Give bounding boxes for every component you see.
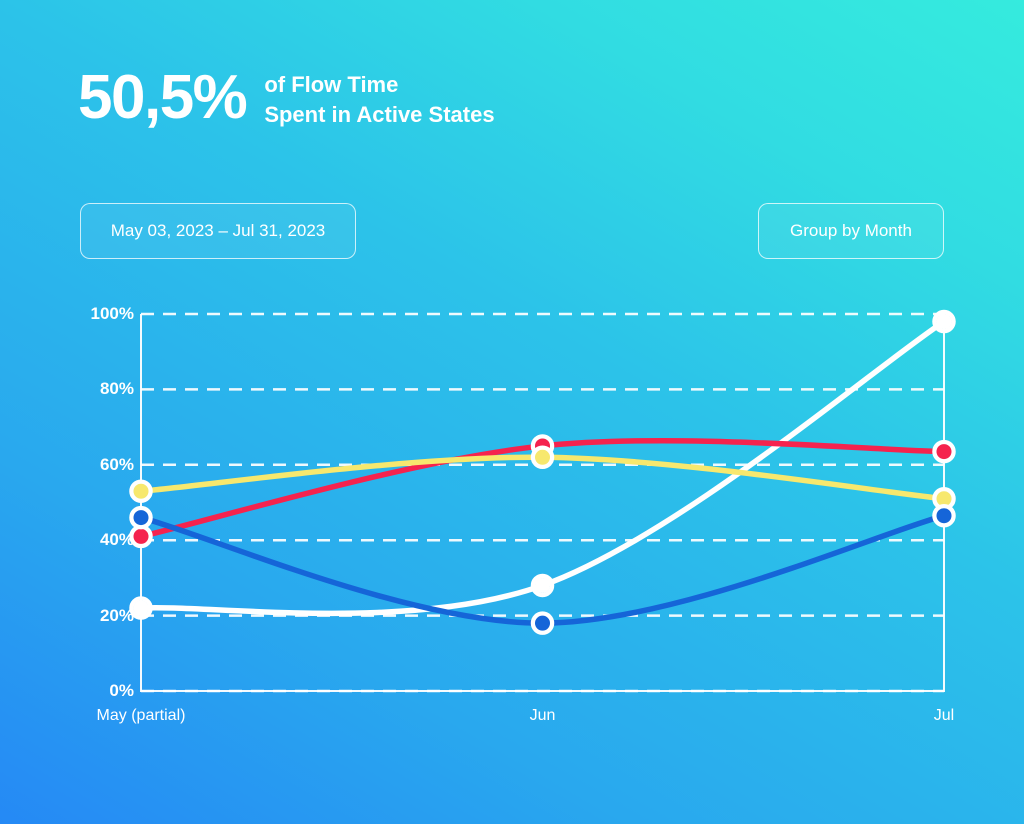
x-axis-tick: Jun: [529, 707, 556, 724]
series-line-blue: [138, 512, 947, 626]
y-axis-tick: 40%: [99, 530, 134, 550]
data-point-marker-yellow[interactable]: [133, 483, 149, 499]
x-axis-tick: May (partial): [96, 707, 186, 724]
data-point-marker-blue[interactable]: [936, 508, 952, 524]
data-point-marker-white[interactable]: [936, 314, 952, 330]
y-axis-tick: 20%: [99, 605, 134, 625]
data-point-marker-red[interactable]: [936, 444, 952, 460]
dashboard-canvas: 50,5% of Flow Time Spent in Active State…: [0, 0, 1024, 824]
data-point-marker-white[interactable]: [133, 600, 149, 616]
flow-time-line-chart: 0% 20% 40% 60% 80% 100% May (partial) Jun Jul: [0, 0, 1024, 824]
x-axis-tick: Jul: [933, 707, 955, 724]
data-point-marker-blue[interactable]: [535, 615, 550, 631]
data-point-marker-yellow[interactable]: [535, 449, 550, 465]
chart-plot-area: [129, 309, 956, 693]
y-axis-tick: 100%: [90, 304, 134, 323]
data-point-marker-red[interactable]: [133, 528, 149, 544]
y-axis-tick: 0%: [109, 681, 134, 700]
y-axis-tick-labels: 0% 20% 40% 60% 80% 100%: [56, 0, 134, 824]
data-point-marker-blue[interactable]: [133, 510, 149, 526]
y-axis-tick: 60%: [99, 454, 134, 474]
data-point-marker-white[interactable]: [535, 577, 550, 593]
y-axis-tick: 80%: [99, 379, 134, 399]
